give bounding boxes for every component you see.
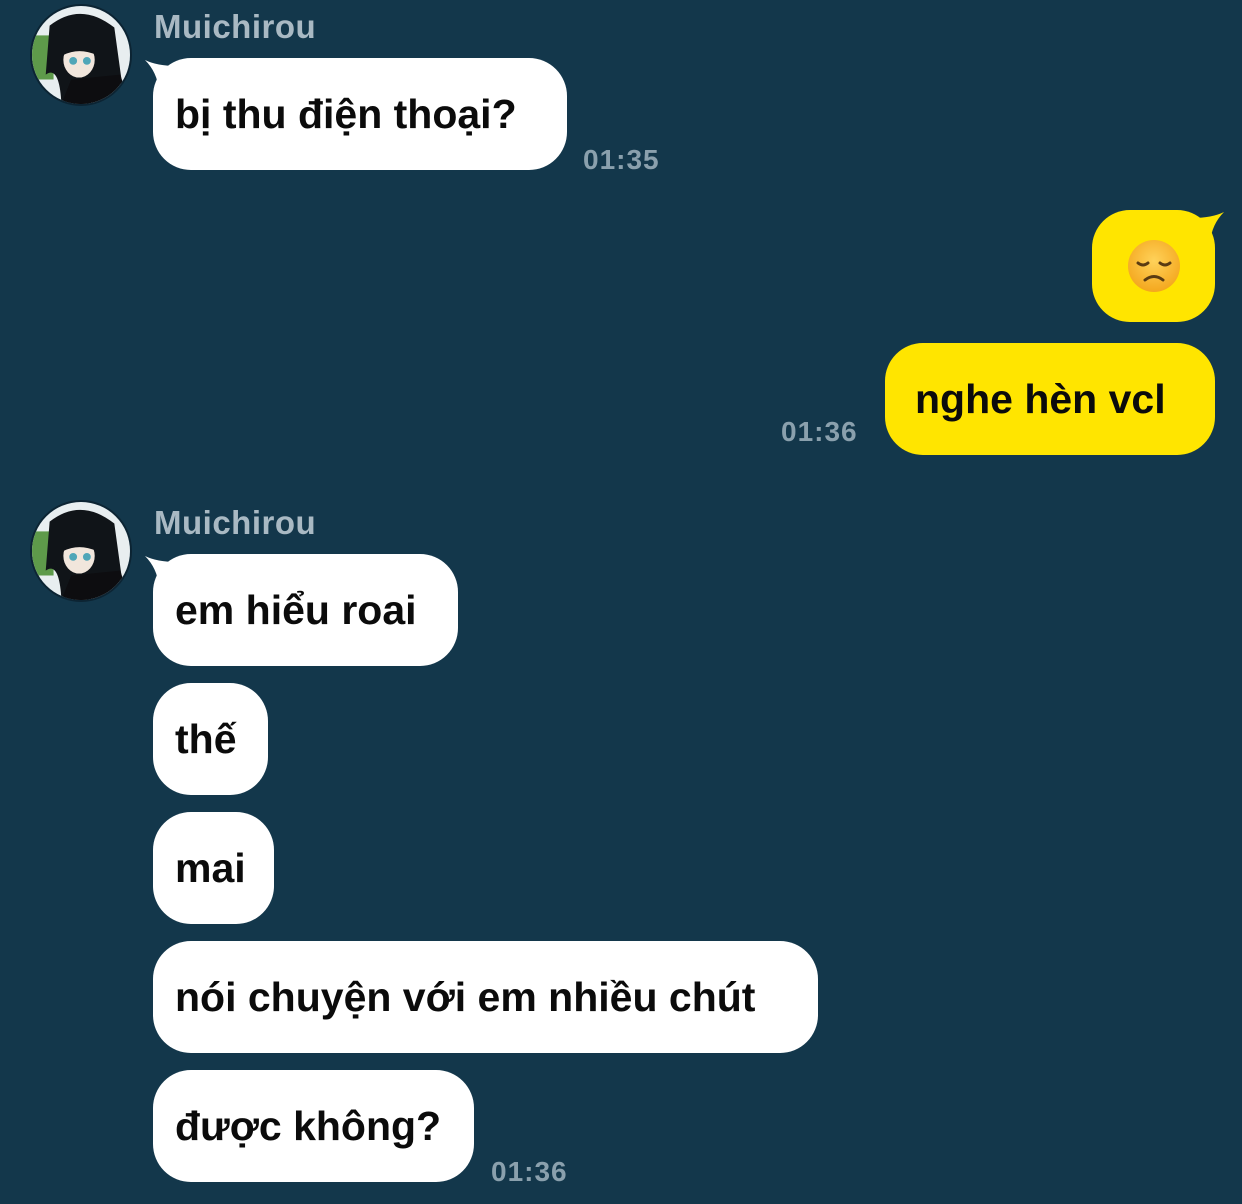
message-bubble[interactable]: bị thu điện thoại? — [153, 58, 567, 170]
disappointed-face-icon — [1127, 240, 1180, 292]
message-bubble[interactable]: mai — [153, 812, 274, 924]
avatar-image — [32, 6, 130, 104]
message-text: thế — [175, 715, 237, 762]
sender-name: Muichirou — [154, 8, 317, 45]
message-bubble[interactable]: thế — [153, 683, 268, 795]
message-bubble[interactable]: em hiểu roai — [153, 554, 458, 666]
message-text: bị thu điện thoại? — [175, 90, 517, 137]
message-text: mai — [175, 844, 246, 891]
message-bubble[interactable]: nghe hèn vcl — [885, 343, 1215, 455]
message-text: em hiểu roai — [175, 586, 417, 633]
sender-name: Muichirou — [154, 504, 317, 541]
message-text: nói chuyện với em nhiều chút — [175, 973, 756, 1020]
message-bubble[interactable]: nói chuyện với em nhiều chút — [153, 941, 818, 1053]
message-timestamp: 01:36 — [781, 416, 858, 447]
sender-avatar[interactable] — [30, 4, 132, 106]
emoji-bubble[interactable] — [1092, 210, 1215, 322]
message-text: nghe hèn vcl — [915, 375, 1166, 422]
message-timestamp: 01:35 — [583, 144, 660, 175]
message-bubble[interactable]: được không? — [153, 1070, 474, 1182]
message-text: được không? — [175, 1102, 442, 1149]
avatar-image — [32, 502, 130, 600]
message-timestamp: 01:36 — [491, 1156, 568, 1187]
sender-avatar[interactable] — [30, 500, 132, 602]
